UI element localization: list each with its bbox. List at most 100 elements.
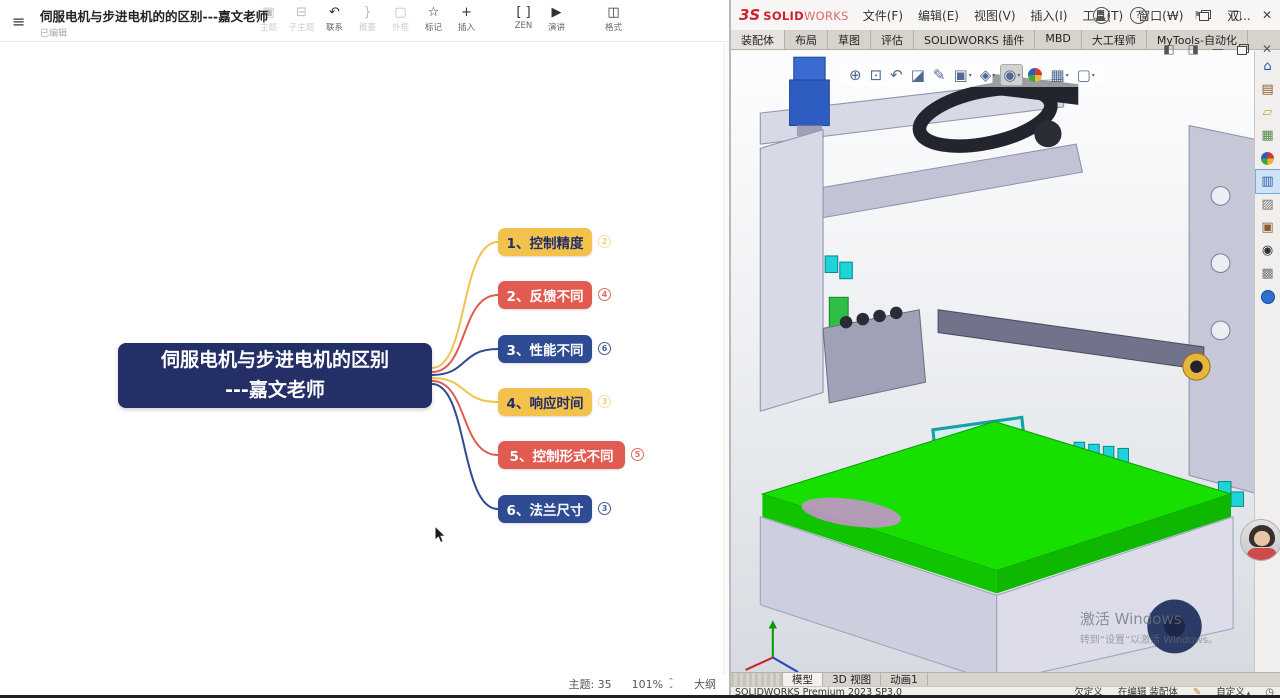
- zoom-to-fit-icon[interactable]: ⊕: [847, 65, 864, 85]
- zen-mode-button[interactable]: [ ] ZEN: [507, 4, 540, 31]
- branch-2-count-badge[interactable]: 4: [598, 288, 611, 301]
- screen: ≡ 伺服电机与步进电机的的区别---嘉文老师 已编辑 ▣ 主题 ⊟ 子主题 ↶ …: [0, 0, 1280, 698]
- pane-right-icon[interactable]: ◨: [1188, 42, 1199, 56]
- branch-node-3[interactable]: 3、性能不同: [498, 335, 592, 363]
- window-maximize-button[interactable]: □: [1231, 8, 1242, 22]
- graphics-viewport[interactable]: ⊕ ⊡ ↶ ◪ ✎ ▣ ▾ ◈ ▾ ◉ ▾ ▦ ▾ ▢ ▾ 激活 Windows 转到“设…: [731, 51, 1254, 672]
- tab-model[interactable]: 模型: [783, 673, 823, 686]
- present-button[interactable]: ▶ 演讲: [540, 4, 573, 33]
- menu-view[interactable]: 视图(V): [974, 7, 1016, 24]
- view-settings-icon[interactable]: ▢ ▾: [1075, 65, 1097, 85]
- central-topic-node[interactable]: 伺服电机与步进电机的区别 ---嘉文老师: [118, 343, 432, 408]
- branch-node-6[interactable]: 6、法兰尺寸: [498, 495, 592, 523]
- apply-scene-icon[interactable]: ▦ ▾: [1048, 65, 1070, 85]
- zoom-to-area-icon[interactable]: ⊡: [868, 65, 885, 85]
- home-icon[interactable]: ⌂: [1256, 55, 1280, 78]
- tab-animation1[interactable]: 动画1: [881, 673, 928, 686]
- pane-left-icon[interactable]: ◧: [1163, 42, 1174, 56]
- document-title-block[interactable]: 伺服电机与步进电机的的区别---嘉文老师 已编辑: [40, 6, 268, 39]
- assembly-model: [745, 56, 1254, 672]
- branch-node-1[interactable]: 1、控制精度: [498, 228, 592, 256]
- window-restore-button[interactable]: [1198, 9, 1211, 21]
- mindmap-canvas[interactable]: 伺服电机与步进电机的区别 ---嘉文老师 1、控制精度 2 2、反馈不同 4 3…: [0, 43, 722, 675]
- insert-button[interactable]: + 插入: [450, 4, 483, 33]
- document-status: 已编辑: [40, 29, 68, 39]
- zoom-stepper-icon[interactable]: ⌃ ⌄: [668, 678, 674, 690]
- solidworks-logo-mark-icon: 3S: [739, 6, 761, 24]
- mouse-cursor: [434, 526, 447, 544]
- doc-close-button[interactable]: ✕: [1262, 42, 1272, 56]
- document-tab-bar: 模型 3D 视图 动画1: [731, 672, 1280, 686]
- view-palette-icon[interactable]: ▦: [1256, 124, 1280, 147]
- user-account-icon[interactable]: [1092, 6, 1110, 24]
- parts-library-icon[interactable]: ▣: [1256, 216, 1280, 239]
- topic-button[interactable]: ▣ 主题: [252, 4, 285, 33]
- marker-button[interactable]: ☆ 标记: [417, 4, 450, 33]
- design-library-icon[interactable]: ▤: [1256, 78, 1280, 101]
- appearances-icon[interactable]: [1256, 147, 1280, 170]
- tab-assembly[interactable]: 装配体: [731, 30, 785, 49]
- task-pane: ⌂ ▤ ▱ ▦ ▥ ▨ ▣ ◉ ▩: [1254, 51, 1280, 672]
- tab-scroll-buttons[interactable]: [731, 673, 783, 686]
- relationship-button[interactable]: ↶ 联系: [318, 4, 351, 33]
- tools-icon[interactable]: ▨: [1256, 193, 1280, 216]
- branch-1-count-badge[interactable]: 2: [598, 235, 611, 248]
- topic-count: 主题: 35: [568, 678, 612, 691]
- branch-6-count-badge[interactable]: 3: [598, 502, 611, 515]
- format-button[interactable]: ◫ 格式: [597, 4, 630, 33]
- relationship-icon: ↶: [329, 5, 340, 20]
- marker-star-icon: ☆: [427, 5, 440, 20]
- menu-file[interactable]: 文件(F): [863, 7, 903, 24]
- summary-button[interactable]: } 概要: [351, 4, 384, 33]
- tab-layout[interactable]: 布局: [785, 30, 828, 49]
- hide-show-items-icon[interactable]: ◉ ▾: [1000, 64, 1024, 86]
- branch-node-2[interactable]: 2、反馈不同: [498, 281, 592, 309]
- 3dexperience-icon[interactable]: [1256, 285, 1280, 308]
- summary-icon: }: [363, 5, 372, 20]
- boundary-icon: ▢: [394, 5, 407, 20]
- custom-properties-icon[interactable]: ▥: [1254, 169, 1280, 194]
- file-explorer-icon[interactable]: ▱: [1256, 101, 1280, 124]
- view-orientation-icon[interactable]: ▣ ▾: [952, 65, 974, 85]
- solidworks-window: 3S SOLID WORKS 文件(F) 编辑(E) 视图(V) 插入(I) 工具…: [731, 0, 1280, 698]
- zoom-control[interactable]: 101% ⌃ ⌄: [632, 678, 674, 691]
- preview-icon[interactable]: ◉: [1256, 239, 1280, 262]
- tab-sketch[interactable]: 草图: [828, 30, 871, 49]
- branch-4-count-badge[interactable]: 3: [598, 395, 611, 408]
- tab-daengineer[interactable]: 大工程师: [1082, 30, 1147, 49]
- tab-3d-views[interactable]: 3D 视图: [823, 673, 882, 686]
- window-minimize-button[interactable]: —: [1167, 8, 1179, 22]
- tab-addins[interactable]: SOLIDWORKS 插件: [914, 30, 1036, 49]
- zen-brackets-icon: [ ]: [516, 5, 531, 20]
- headsup-view-toolbar: ⊕ ⊡ ↶ ◪ ✎ ▣ ▾ ◈ ▾ ◉ ▾ ▦ ▾ ▢ ▾: [841, 63, 1103, 87]
- doc-minimize-button[interactable]: —: [1212, 42, 1224, 56]
- branch-5-count-badge[interactable]: 5: [631, 448, 644, 461]
- tab-mbd[interactable]: MBD: [1035, 30, 1082, 49]
- doc-restore-button[interactable]: [1236, 43, 1249, 55]
- branch-node-4[interactable]: 4、响应时间: [498, 388, 592, 416]
- subtopic-button[interactable]: ⊟ 子主题: [285, 4, 318, 33]
- menu-edit[interactable]: 编辑(E): [918, 7, 959, 24]
- menu-insert[interactable]: 插入(I): [1031, 7, 1068, 24]
- tab-evaluate[interactable]: 评估: [871, 30, 914, 49]
- mindmap-statusbar: 主题: 35 101% ⌃ ⌄ 大纲: [568, 676, 716, 692]
- previous-view-icon[interactable]: ↶: [888, 65, 905, 85]
- menubar-right-controls: ? — □ ✕: [1092, 0, 1272, 30]
- dynamic-annotation-icon[interactable]: ✎: [931, 65, 948, 85]
- menu-hamburger-icon[interactable]: ≡: [12, 12, 25, 31]
- help-icon[interactable]: ?: [1129, 6, 1147, 24]
- solidworks-logo[interactable]: 3S SOLID WORKS: [739, 6, 849, 24]
- window-close-button[interactable]: ✕: [1262, 8, 1272, 22]
- topic-icon: ▣: [262, 5, 275, 20]
- edit-appearance-icon[interactable]: [1026, 67, 1044, 83]
- outline-toggle[interactable]: 大纲: [694, 676, 716, 692]
- mindmap-app-window: ≡ 伺服电机与步进电机的的区别---嘉文老师 已编辑 ▣ 主题 ⊟ 子主题 ↶ …: [0, 0, 730, 698]
- display-style-icon[interactable]: ◈ ▾: [978, 65, 998, 85]
- boundary-button[interactable]: ▢ 外框: [384, 4, 417, 33]
- branch-3-count-badge[interactable]: 6: [598, 342, 611, 355]
- webcam-overlay: [1240, 519, 1280, 561]
- branch-node-5[interactable]: 5、控制形式不同: [498, 441, 625, 469]
- subtopic-icon: ⊟: [296, 5, 307, 20]
- section-view-icon[interactable]: ◪: [909, 65, 927, 85]
- templates-icon[interactable]: ▩: [1256, 262, 1280, 285]
